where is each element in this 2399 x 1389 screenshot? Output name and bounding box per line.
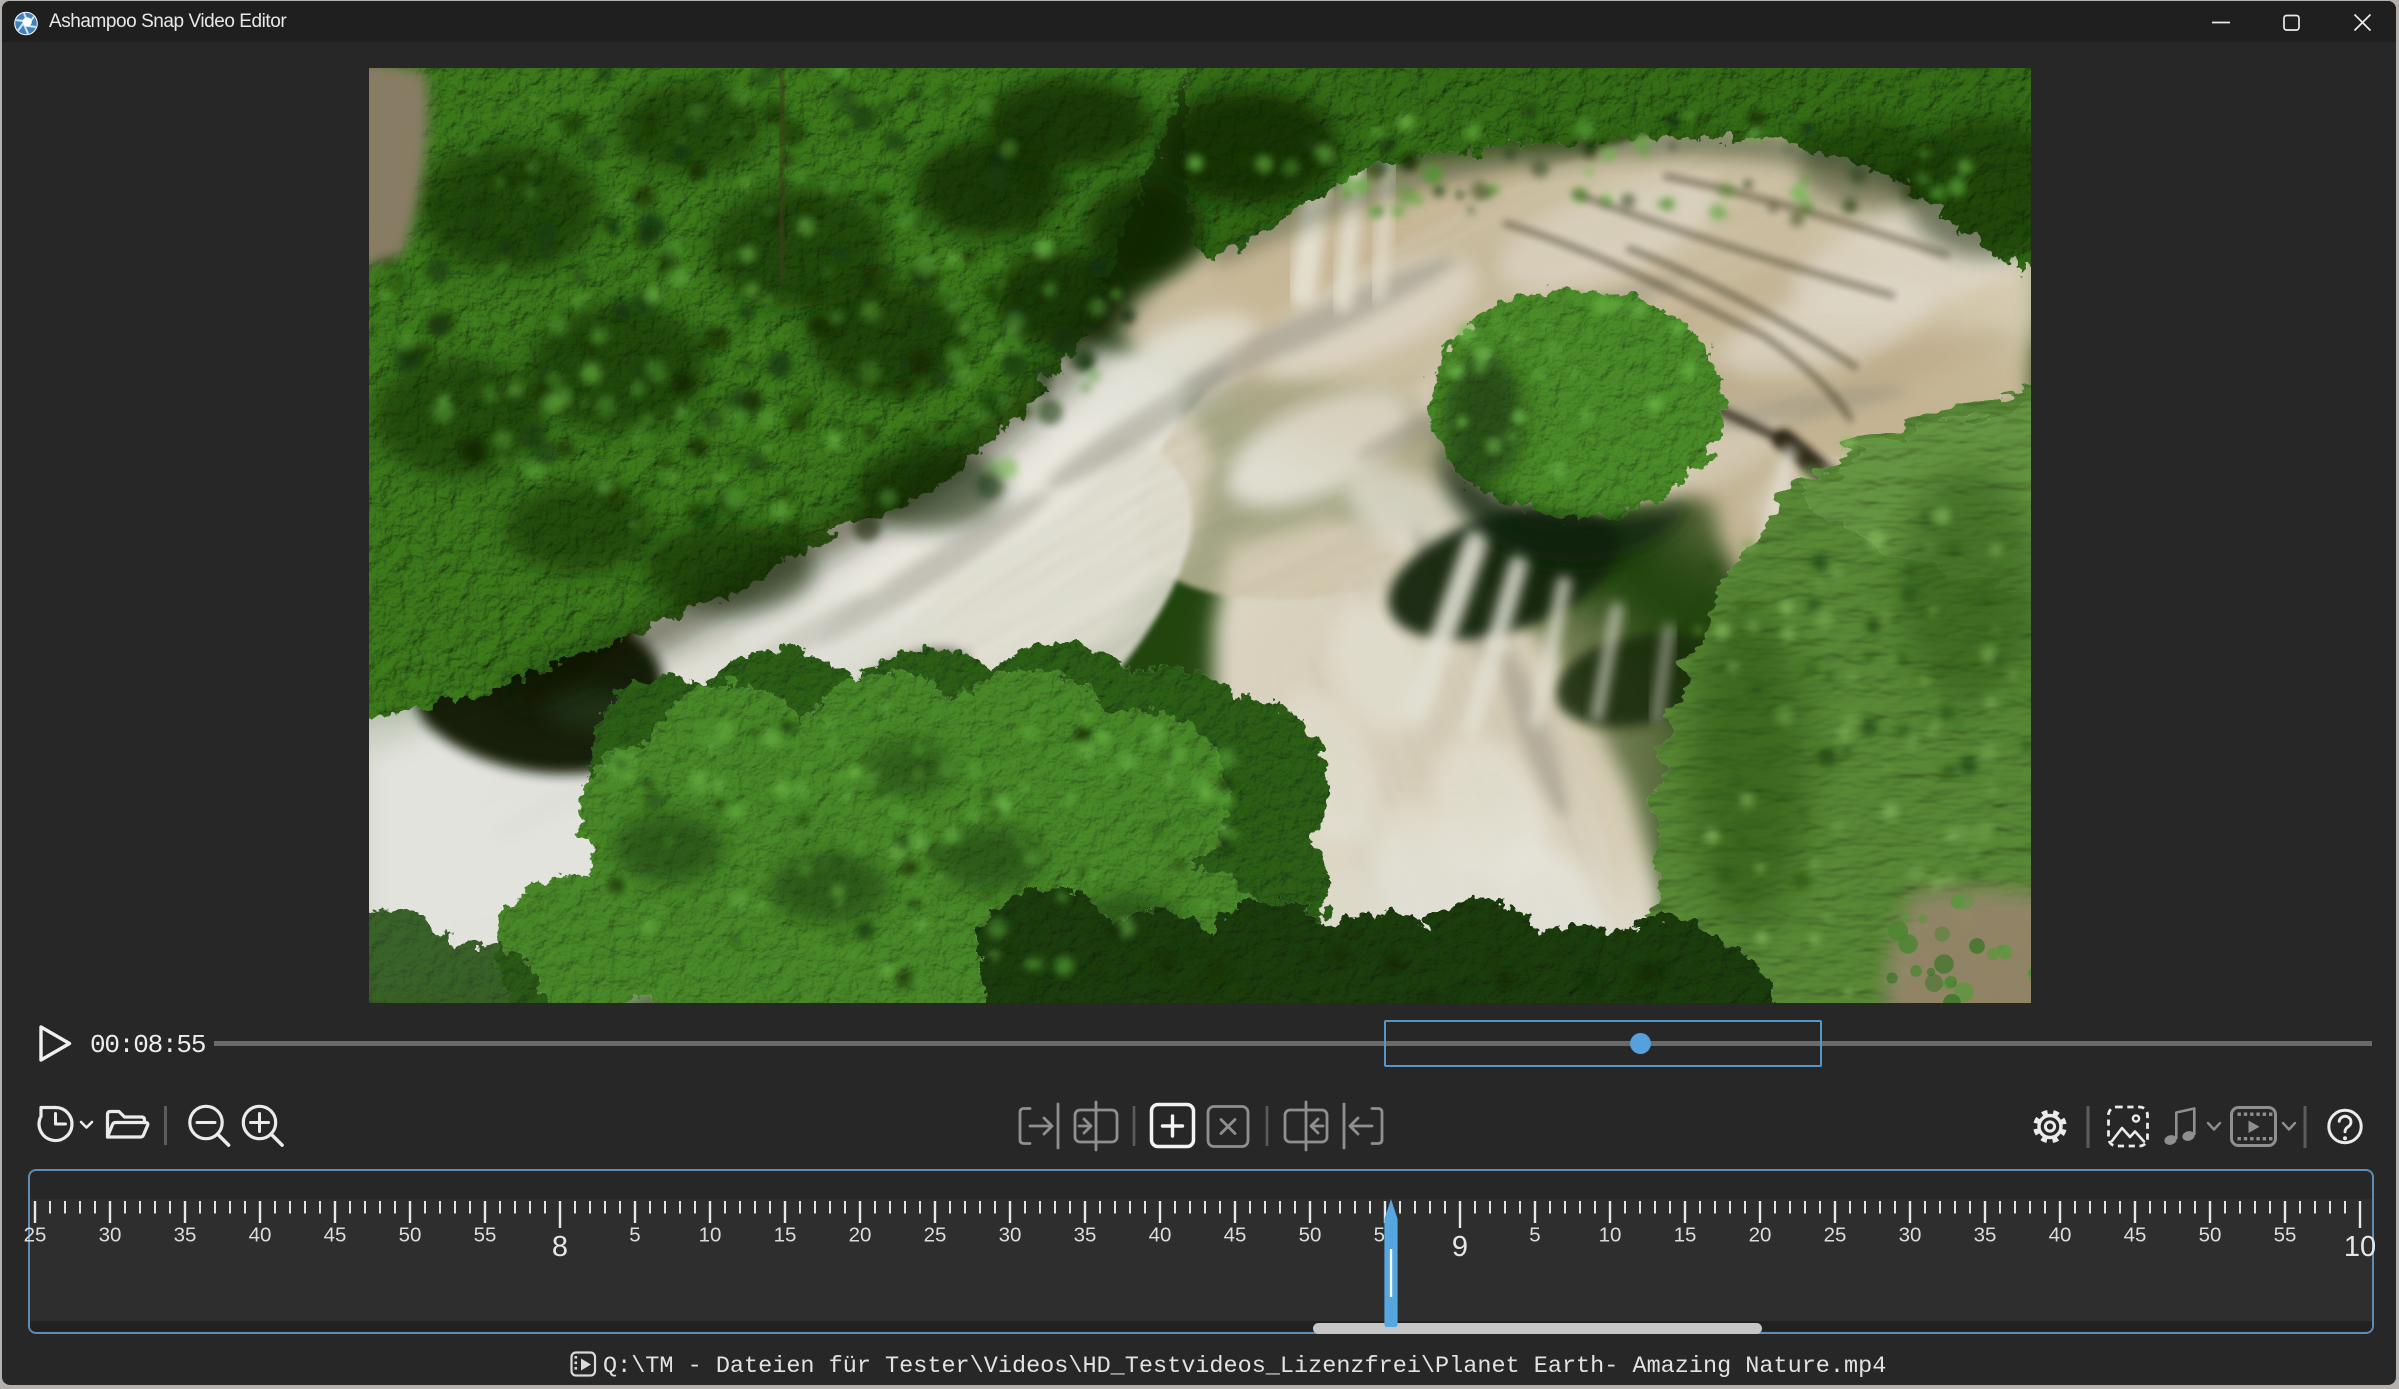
- svg-text:50: 50: [2199, 1224, 2222, 1247]
- svg-text:30: 30: [999, 1224, 1022, 1247]
- svg-text:45: 45: [2124, 1224, 2147, 1247]
- svg-text:30: 30: [1899, 1224, 1922, 1247]
- svg-text:55: 55: [474, 1224, 497, 1247]
- svg-text:35: 35: [174, 1224, 197, 1247]
- svg-text:9: 9: [1452, 1231, 1468, 1263]
- svg-text:45: 45: [324, 1224, 347, 1247]
- svg-text:8: 8: [552, 1231, 568, 1263]
- svg-text:45: 45: [1224, 1224, 1247, 1247]
- svg-text:10: 10: [2344, 1231, 2376, 1263]
- svg-text:30: 30: [99, 1224, 122, 1247]
- svg-text:15: 15: [774, 1224, 797, 1247]
- svg-text:5: 5: [629, 1224, 640, 1247]
- svg-text:40: 40: [1149, 1224, 1172, 1247]
- svg-text:40: 40: [2049, 1224, 2072, 1247]
- svg-text:50: 50: [399, 1224, 422, 1247]
- svg-text:20: 20: [1749, 1224, 1772, 1247]
- svg-text:25: 25: [924, 1224, 947, 1247]
- svg-text:20: 20: [849, 1224, 872, 1247]
- svg-text:10: 10: [699, 1224, 722, 1247]
- svg-text:10: 10: [1599, 1224, 1622, 1247]
- svg-text:40: 40: [249, 1224, 272, 1247]
- svg-text:25: 25: [24, 1224, 47, 1247]
- svg-text:50: 50: [1299, 1224, 1322, 1247]
- svg-text:25: 25: [1824, 1224, 1847, 1247]
- svg-text:35: 35: [1074, 1224, 1097, 1247]
- svg-text:35: 35: [1974, 1224, 1997, 1247]
- svg-text:5: 5: [1529, 1224, 1540, 1247]
- svg-text:55: 55: [2274, 1224, 2297, 1247]
- svg-text:15: 15: [1674, 1224, 1697, 1247]
